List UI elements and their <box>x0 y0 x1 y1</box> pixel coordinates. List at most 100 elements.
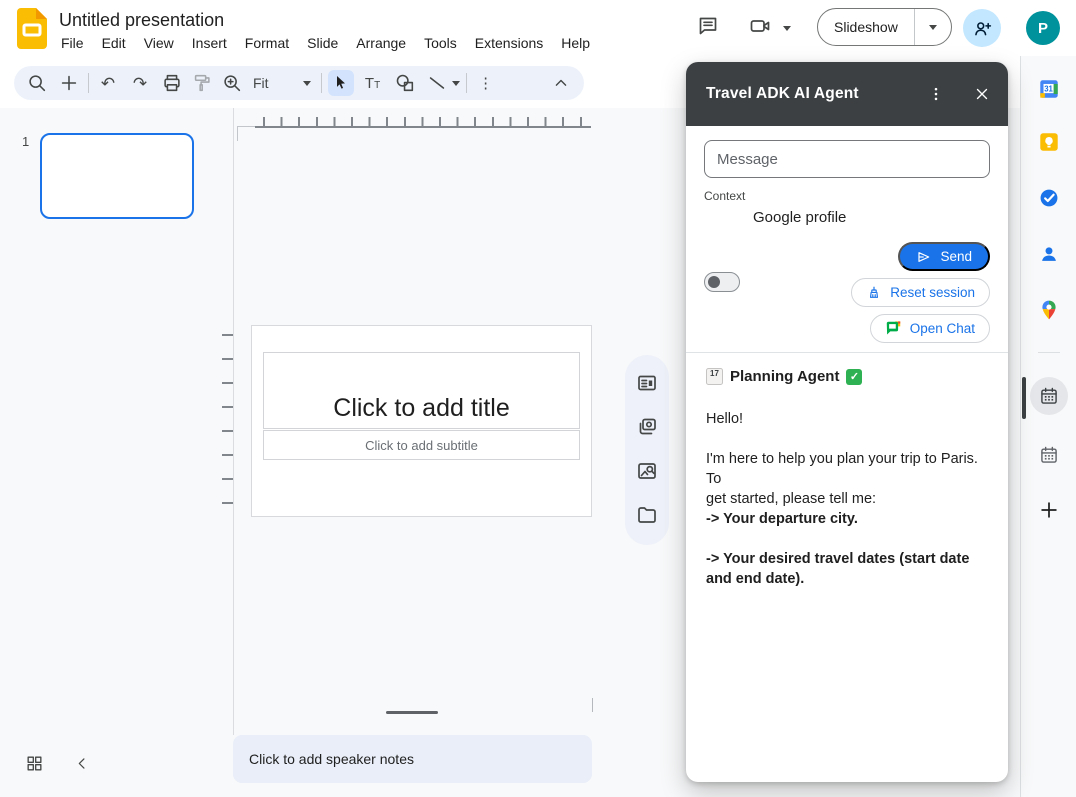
speaker-notes-placeholder: Click to add speaker notes <box>249 751 414 767</box>
menu-file[interactable]: File <box>52 33 93 53</box>
drive-folder-button[interactable] <box>635 503 659 527</box>
toolbar-divider <box>88 73 89 93</box>
rail-maps-app[interactable] <box>1038 299 1060 321</box>
google-profile-toggle[interactable] <box>704 272 740 292</box>
chevron-down-icon <box>929 25 937 30</box>
zoom-in-icon <box>221 72 243 94</box>
insert-line-button[interactable] <box>424 70 450 96</box>
speaker-notes-box[interactable]: Click to add speaker notes <box>233 735 592 783</box>
google-keep-icon <box>1038 131 1060 153</box>
mop-icon <box>866 285 882 301</box>
image-search-icon <box>635 459 659 483</box>
line-caret[interactable] <box>452 81 460 86</box>
filmstrip-divider <box>233 108 234 735</box>
plus-icon <box>58 72 80 94</box>
meet-dropdown-caret[interactable] <box>783 26 791 31</box>
avatar[interactable]: P <box>1026 11 1060 45</box>
message-input[interactable] <box>704 140 990 178</box>
menu-slide[interactable]: Slide <box>298 33 347 53</box>
paint-format-button[interactable] <box>189 70 215 96</box>
agent-name: Planning Agent <box>730 368 839 385</box>
folder-icon <box>635 503 659 527</box>
redo-button[interactable]: ↷ <box>127 70 153 96</box>
undo-button[interactable]: ↶ <box>95 70 121 96</box>
text-box-button[interactable]: TT <box>360 70 386 96</box>
ruler-corner-v <box>237 126 238 141</box>
side-panel-rail: 31 <box>1020 56 1076 797</box>
menu-format[interactable]: Format <box>236 33 298 53</box>
select-tool-button[interactable] <box>328 70 354 96</box>
undo-icon: ↶ <box>101 75 115 92</box>
slide-canvas[interactable]: Click to add title Click to add subtitle <box>251 325 592 517</box>
title-placeholder[interactable]: Click to add title <box>263 352 580 429</box>
search-menus-button[interactable] <box>24 70 50 96</box>
meet-button[interactable] <box>747 13 773 39</box>
layout-templates-button[interactable] <box>635 371 659 395</box>
document-title[interactable]: Untitled presentation <box>59 10 224 31</box>
addon-panel-title: Travel ADK AI Agent <box>706 85 924 103</box>
camera-images-button[interactable] <box>635 415 659 439</box>
menu-bar: File Edit View Insert Format Slide Arran… <box>52 33 599 53</box>
slideshow-button[interactable]: Slideshow <box>818 19 914 35</box>
slides-logo[interactable] <box>17 8 47 54</box>
google-slides-app: Untitled presentation File Edit View Ins… <box>0 0 1076 797</box>
image-search-button[interactable] <box>635 459 659 483</box>
menu-insert[interactable]: Insert <box>183 33 236 53</box>
more-vertical-icon <box>927 85 945 103</box>
menu-tools[interactable]: Tools <box>415 33 466 53</box>
addon-close-button[interactable] <box>970 82 994 106</box>
addon-menu-button[interactable] <box>924 82 948 106</box>
share-button[interactable] <box>963 9 1001 47</box>
layout-icon <box>635 371 659 395</box>
slide-thumbnail[interactable] <box>40 133 194 219</box>
zoom-button[interactable] <box>219 70 245 96</box>
print-button[interactable] <box>159 70 185 96</box>
line-icon <box>426 72 448 94</box>
google-profile-label: Google profile <box>753 208 846 228</box>
reset-session-button[interactable]: Reset session <box>851 278 990 307</box>
rail-contacts-app[interactable] <box>1038 243 1060 265</box>
menu-edit[interactable]: Edit <box>93 33 135 53</box>
paint-roller-icon <box>191 72 213 94</box>
canvas-edge-line <box>592 698 593 712</box>
vertical-ruler-ticks <box>222 334 233 520</box>
menu-view[interactable]: View <box>135 33 183 53</box>
menu-extensions[interactable]: Extensions <box>466 33 552 53</box>
rail-keep-app[interactable] <box>1038 131 1060 153</box>
reset-session-label: Reset session <box>890 285 975 300</box>
title-placeholder-text: Click to add title <box>333 394 509 428</box>
send-button[interactable]: Send <box>898 242 990 271</box>
subtitle-placeholder[interactable]: Click to add subtitle <box>263 430 580 460</box>
slideshow-dropdown-button[interactable] <box>915 25 951 30</box>
open-chat-button[interactable]: Open Chat <box>870 314 990 343</box>
notes-resize-handle[interactable] <box>386 711 438 714</box>
main-toolbar: ↶ ↷ Fit TT ⋮ <box>14 66 584 100</box>
new-slide-button[interactable] <box>56 70 82 96</box>
menu-help[interactable]: Help <box>552 33 599 53</box>
rail-divider <box>1038 352 1060 353</box>
comments-button[interactable] <box>695 13 721 39</box>
menu-arrange[interactable]: Arrange <box>347 33 415 53</box>
chevron-left-icon <box>74 755 91 772</box>
agent-message-greeting: Hello! <box>706 409 990 429</box>
slide-number: 1 <box>22 134 29 149</box>
rail-calendar-addon[interactable] <box>1038 444 1060 466</box>
rail-travel-addon-active[interactable] <box>1030 377 1068 415</box>
zoom-fit-caret[interactable] <box>303 81 311 86</box>
more-options-button[interactable]: ⋮ <box>473 70 499 96</box>
redo-icon: ↷ <box>133 75 147 92</box>
google-tasks-icon <box>1038 187 1060 209</box>
addon-panel: Travel ADK AI Agent Context Google profi… <box>686 62 1008 782</box>
rail-tasks-app[interactable] <box>1038 187 1060 209</box>
comment-icon <box>696 14 720 38</box>
context-label: Context <box>704 189 745 203</box>
hide-menus-button[interactable] <box>548 70 574 96</box>
zoom-fit-select[interactable]: Fit <box>253 75 269 91</box>
rail-calendar-app[interactable]: 31 <box>1038 78 1060 100</box>
rail-get-addons-button[interactable] <box>1038 499 1060 521</box>
collapse-filmstrip-button[interactable] <box>74 755 91 772</box>
close-icon <box>973 85 991 103</box>
grid-view-button[interactable] <box>25 754 44 773</box>
insert-shape-button[interactable] <box>392 70 418 96</box>
ruler-corner <box>237 126 255 127</box>
